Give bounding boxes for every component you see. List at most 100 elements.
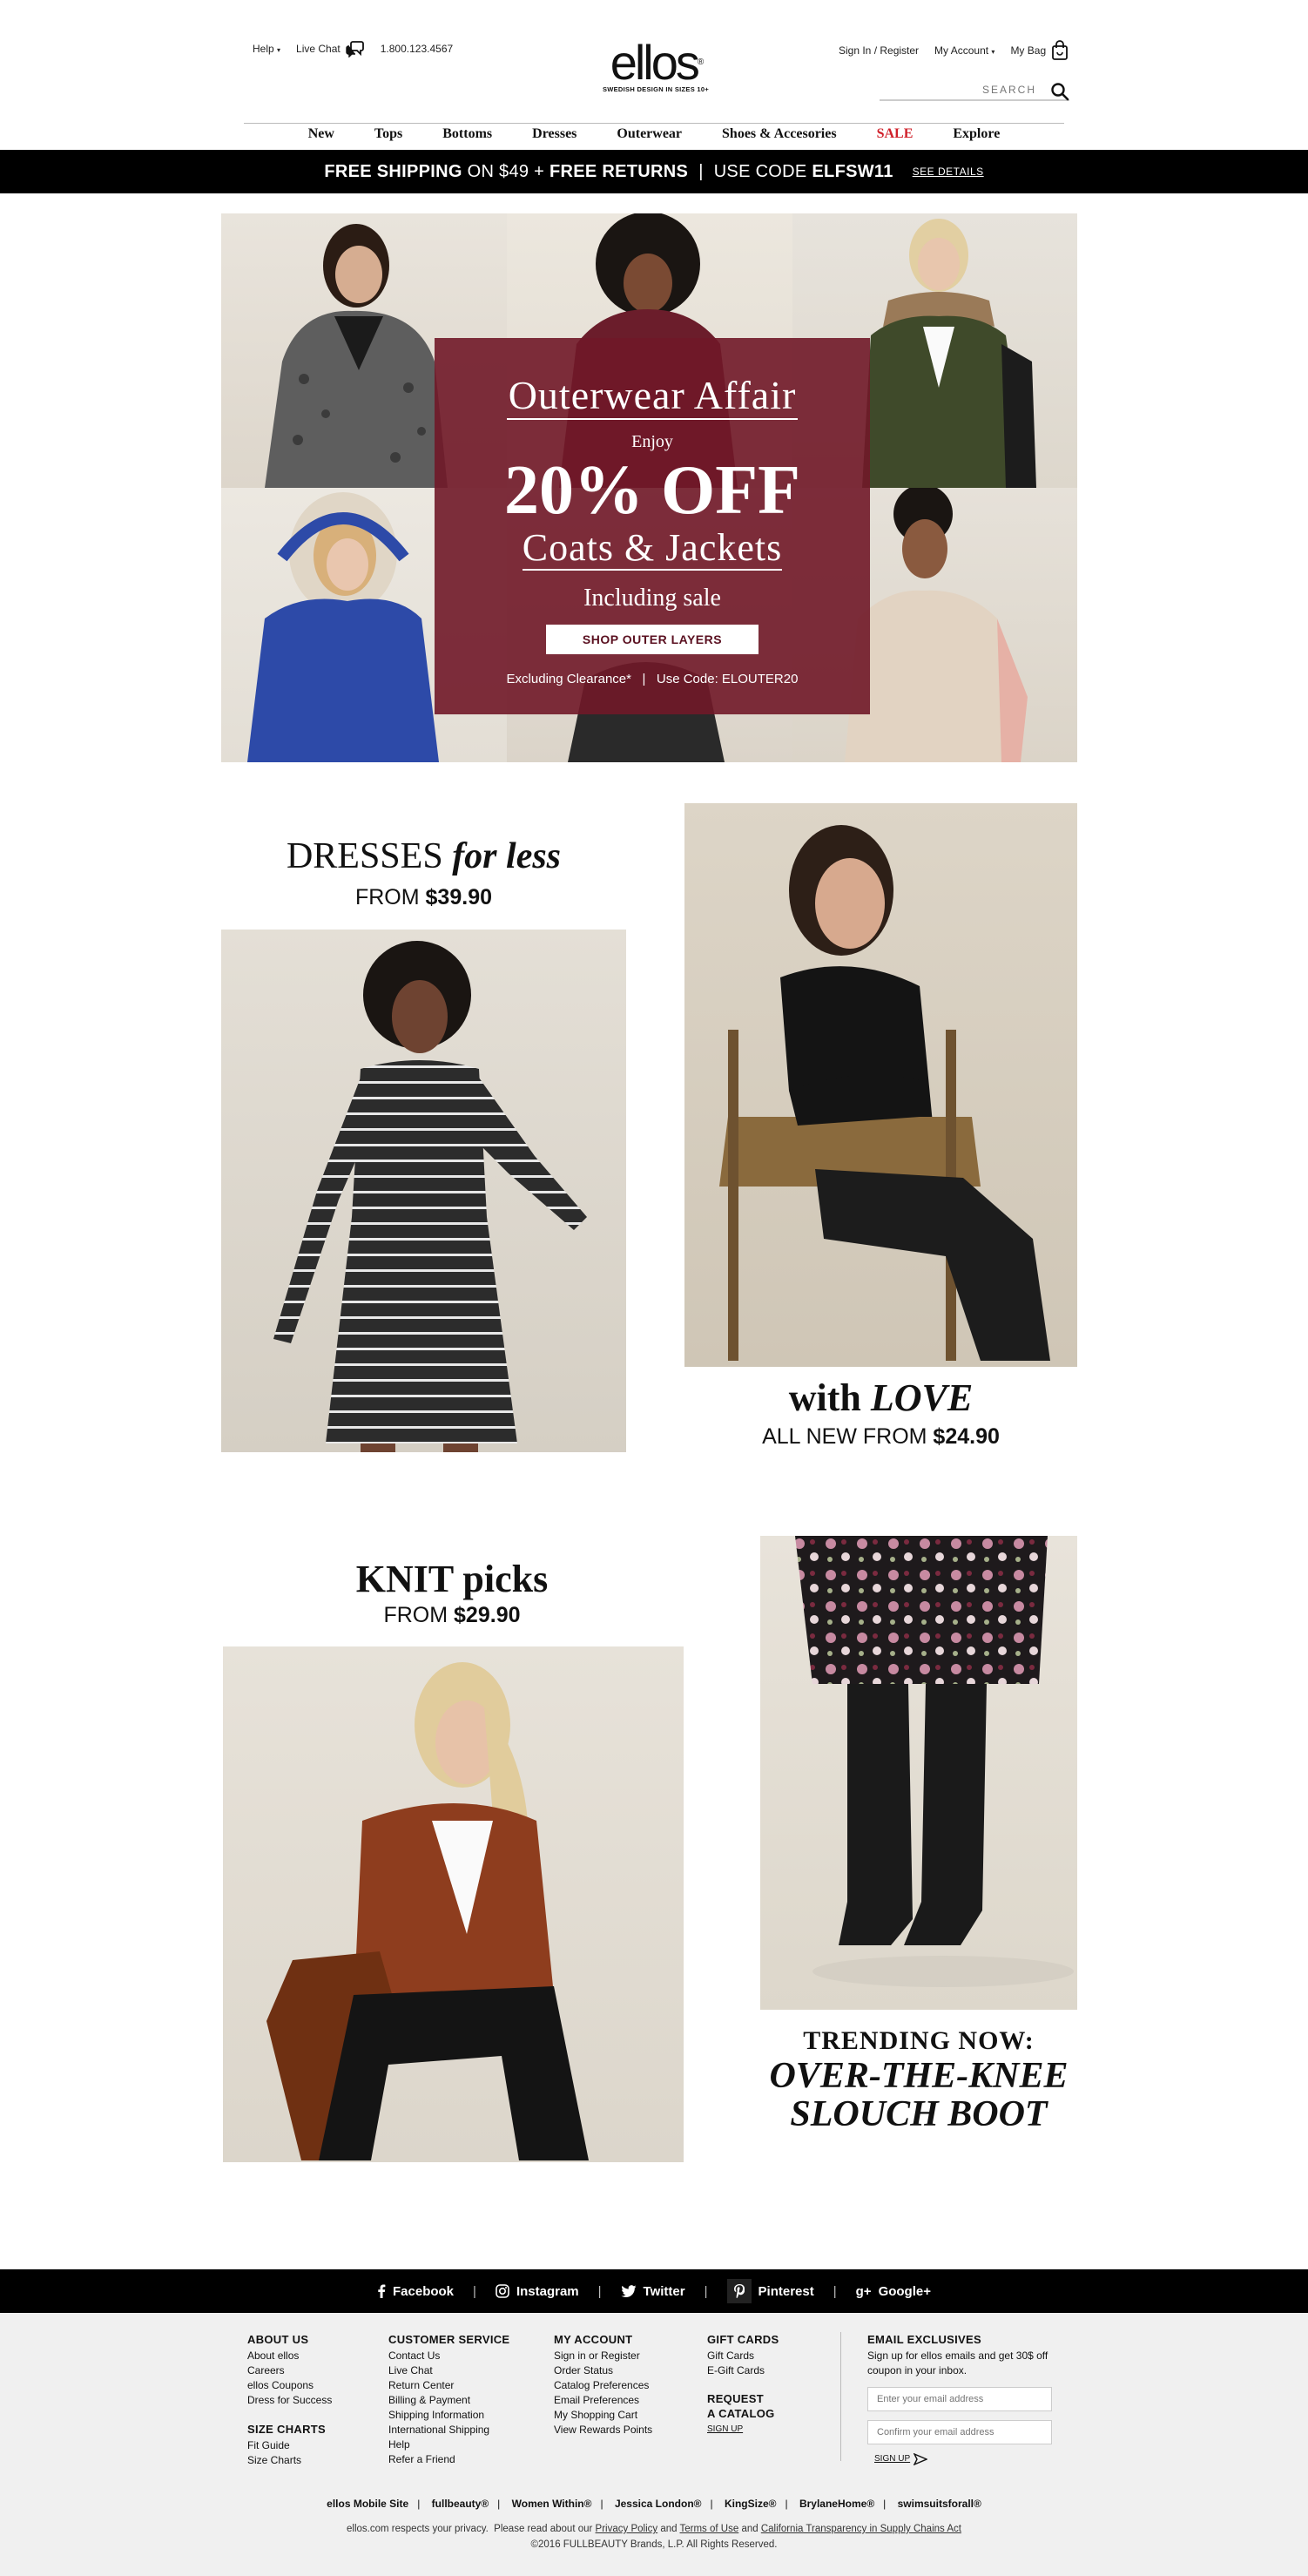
footer-link[interactable]: Email Preferences (554, 2393, 652, 2408)
nav-bottoms[interactable]: Bottoms (442, 126, 492, 147)
search-icon[interactable] (1050, 82, 1069, 101)
free-returns-text: FREE RETURNS (549, 161, 689, 181)
privacy-and: and (657, 2524, 680, 2534)
see-details-link[interactable]: SEE DETAILS (913, 166, 984, 178)
nav-new[interactable]: New (308, 126, 334, 147)
nav-explore[interactable]: Explore (953, 126, 1000, 147)
footer-link[interactable]: Refer a Friend (388, 2452, 509, 2467)
black-knit-chair-photo[interactable] (684, 803, 1077, 1367)
promo-banner[interactable]: FREE SHIPPING ON $49 + FREE RETURNS | US… (0, 150, 1308, 193)
love-price-line: ALL NEW FROM $24.90 (684, 1424, 1077, 1450)
brand-link[interactable]: ellos Mobile Site (327, 2498, 408, 2510)
dresses-heading[interactable]: DRESSES for less (221, 836, 626, 876)
nav-outerwear[interactable]: Outerwear (617, 126, 682, 147)
nav-sale[interactable]: SALE (877, 126, 914, 147)
brand-link[interactable]: fullbeauty® (432, 2498, 489, 2510)
striped-dress-photo[interactable] (221, 930, 626, 1452)
slouch-boot-photo[interactable] (760, 1536, 1077, 2010)
footer-link[interactable]: Gift Cards (707, 2349, 779, 2363)
google-plus-link[interactable]: g+ Google+ (837, 2284, 950, 2299)
ellos-logo[interactable]: ellos® SWEDISH DESIGN IN SIZES 10+ (597, 38, 714, 94)
chat-bubble-icon (346, 41, 364, 57)
pinterest-label: Pinterest (758, 2283, 814, 2299)
footer-link[interactable]: Sign in or Register (554, 2349, 652, 2363)
facebook-link[interactable]: Facebook (358, 2284, 473, 2299)
footer-link[interactable]: My Shopping Cart (554, 2408, 652, 2423)
footer-about-column: ABOUT US About ellos Careers ellos Coupo… (247, 2332, 332, 2468)
love-heading[interactable]: with LOVE (684, 1376, 1077, 1420)
instagram-label: Instagram (516, 2283, 579, 2299)
dresses-from: FROM (354, 885, 426, 909)
free-shipping-text: FREE SHIPPING (324, 161, 462, 181)
boot-title-line2[interactable]: SLOUCH BOOT (743, 2094, 1095, 2134)
size-charts-heading: SIZE CHARTS (247, 2423, 326, 2436)
promo-separator: | (698, 161, 704, 181)
footer-link[interactable]: Order Status (554, 2363, 652, 2378)
nav-shoes-accessories[interactable]: Shoes & Accesories (722, 126, 837, 147)
footer-link[interactable]: Size Charts (247, 2453, 332, 2468)
california-transparency-link[interactable]: California Transparency in Supply Chains… (761, 2524, 961, 2534)
email-signup-text: Sign up for ellos emails and get 30$ off… (867, 2350, 1048, 2377)
confirm-email-input[interactable] (867, 2420, 1052, 2444)
footer-link[interactable]: Shipping Information (388, 2408, 509, 2423)
hero-fine-print: Excluding Clearance* | Use Code: ELOUTER… (506, 672, 799, 686)
help-menu[interactable]: Help ▾ (253, 43, 280, 55)
footer-link[interactable]: Help (388, 2437, 509, 2452)
nav-tops[interactable]: Tops (374, 126, 402, 147)
brand-link[interactable]: BrylaneHome® (799, 2498, 874, 2510)
email-exclusives-heading: EMAIL EXCLUSIVES (867, 2333, 981, 2346)
utility-links-right: Sign In / Register My Account ▾ My Bag (839, 40, 1069, 61)
rust-cardigan-photo[interactable] (223, 1646, 684, 2162)
copyright: ©2016 FULLBEAUTY Brands, L.P. All Rights… (530, 2539, 778, 2550)
footer-link[interactable]: Live Chat (388, 2363, 509, 2378)
social-bar: Facebook | Instagram | Twitter | Pintere… (0, 2269, 1308, 2313)
footer-link[interactable]: Careers (247, 2363, 332, 2378)
email-signup-button[interactable]: SIGN UP (874, 2451, 1068, 2466)
sign-in-link[interactable]: Sign In / Register (839, 44, 919, 57)
my-account-menu[interactable]: My Account ▾ (934, 44, 994, 57)
search-input[interactable] (880, 80, 1036, 99)
footer-link[interactable]: Return Center (388, 2378, 509, 2393)
instagram-link[interactable]: Instagram (476, 2284, 598, 2299)
hero-title: Outerwear Affair (506, 373, 799, 420)
my-bag-link[interactable]: My Bag (1010, 40, 1069, 61)
footer-email-column: EMAIL EXCLUSIVES Sign up for ellos email… (867, 2332, 1068, 2466)
hero-category: Coats & Jackets (522, 526, 783, 571)
nav-dresses[interactable]: Dresses (532, 126, 576, 147)
twitter-link[interactable]: Twitter (602, 2284, 705, 2299)
brand-link[interactable]: Jessica London® (615, 2498, 702, 2510)
shopping-bag-icon (1052, 40, 1069, 60)
live-chat-label: Live Chat (296, 43, 340, 55)
footer-link[interactable]: Dress for Success (247, 2393, 332, 2408)
live-chat-link[interactable]: Live Chat (296, 40, 365, 57)
knit-heading[interactable]: KNIT picks (221, 1558, 683, 1601)
brand-link[interactable]: KingSize® (725, 2498, 777, 2510)
brand-link[interactable]: swimsuitsforall® (898, 2498, 981, 2510)
footer-link[interactable]: About ellos (247, 2349, 332, 2363)
footer-link[interactable]: View Rewards Points (554, 2423, 652, 2437)
terms-of-use-link[interactable]: Terms of Use (680, 2524, 739, 2534)
footer-link[interactable]: E-Gift Cards (707, 2363, 779, 2378)
knit-price: $29.90 (454, 1603, 521, 1627)
footer-link[interactable]: ellos Coupons (247, 2378, 332, 2393)
footer-link[interactable]: Contact Us (388, 2349, 509, 2363)
catalog-signup-link[interactable]: SIGN UP (707, 2422, 779, 2437)
email-input[interactable] (867, 2387, 1052, 2411)
twitter-icon (620, 2284, 637, 2297)
outerwear-hero-banner[interactable]: Outerwear Affair Enjoy 20% OFF Coats & J… (221, 213, 1077, 762)
footer-link[interactable]: International Shipping (388, 2423, 509, 2437)
instagram-icon (496, 2284, 509, 2298)
footer-link[interactable]: Billing & Payment (388, 2393, 509, 2408)
brand-link[interactable]: Women Within® (512, 2498, 592, 2510)
shop-outer-layers-button[interactable]: SHOP OUTER LAYERS (546, 625, 759, 654)
footer-link[interactable]: Fit Guide (247, 2438, 332, 2453)
dresses-title: DRESSES (286, 836, 453, 876)
hero-including-sale: Including sale (583, 585, 721, 612)
footer-link[interactable]: Catalog Preferences (554, 2378, 652, 2393)
privacy-policy-link[interactable]: Privacy Policy (596, 2524, 658, 2534)
google-plus-icon: g+ (855, 2283, 872, 2299)
boot-title-line1[interactable]: OVER-THE-KNEE (743, 2056, 1095, 2096)
site-footer: ABOUT US About ellos Careers ellos Coupo… (0, 2313, 1308, 2576)
pinterest-link[interactable]: Pinterest (708, 2279, 833, 2303)
promo-threshold-text: ON $49 + (462, 161, 550, 181)
